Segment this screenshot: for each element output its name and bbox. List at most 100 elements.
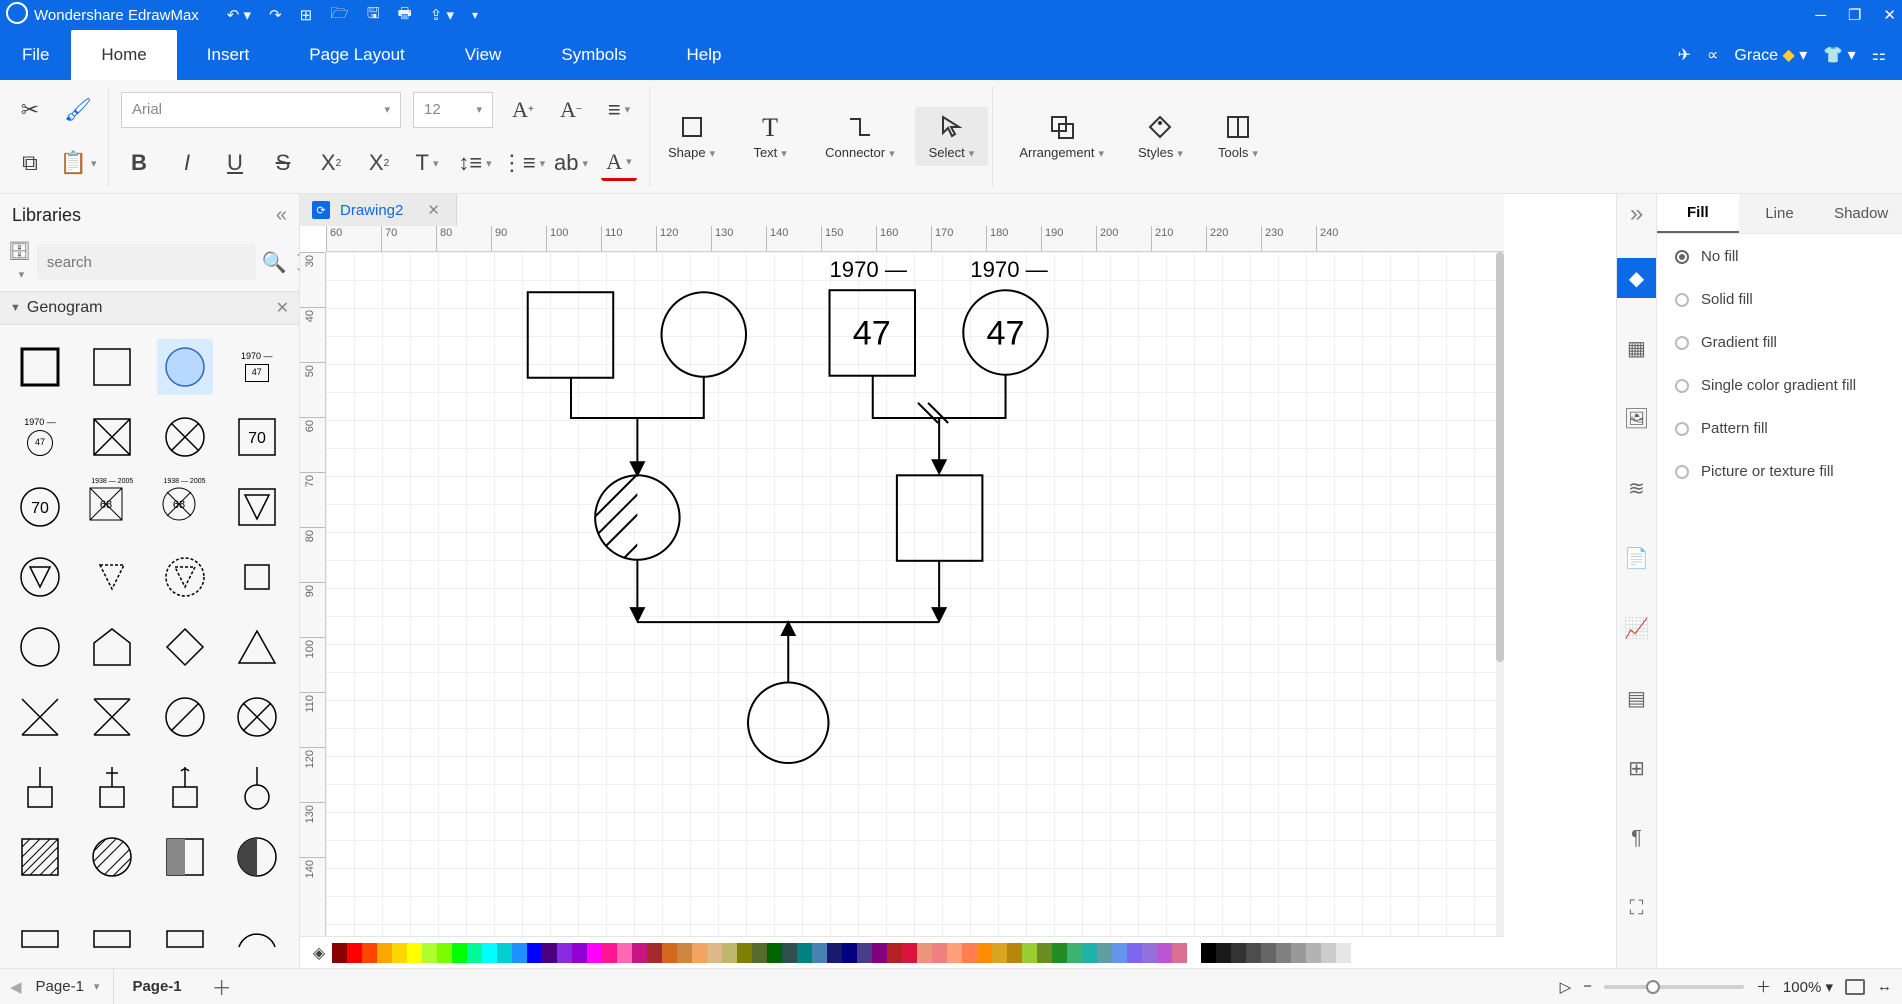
shape-rect-partial3[interactable] <box>157 899 213 955</box>
canvas-child-1[interactable] <box>595 475 679 559</box>
canvas-child-2[interactable] <box>897 475 983 561</box>
rt-layers-icon[interactable]: ≋ <box>1617 468 1657 508</box>
document-tab[interactable]: ⟳ Drawing2 ✕ <box>300 194 457 226</box>
cut-icon[interactable]: ✂ <box>12 92 48 128</box>
username[interactable]: Grace ◆ ▾ <box>1734 45 1807 65</box>
color-swatch[interactable] <box>617 943 632 963</box>
canvas-vscroll[interactable] <box>1496 252 1504 936</box>
color-swatch[interactable] <box>1306 943 1321 963</box>
page-select[interactable]: Page-1▾ <box>22 969 115 1004</box>
italic-icon[interactable]: I <box>169 145 205 181</box>
font-size-select[interactable]: 12▾ <box>413 92 493 128</box>
font-color-icon[interactable]: A <box>601 145 637 181</box>
color-swatch[interactable] <box>752 943 767 963</box>
canvas-marriage-2[interactable] <box>873 375 1006 418</box>
shape-x-circ3[interactable] <box>229 689 285 745</box>
color-swatch[interactable] <box>977 943 992 963</box>
color-swatch[interactable] <box>812 943 827 963</box>
search-input[interactable] <box>37 244 256 280</box>
color-swatch[interactable] <box>422 943 437 963</box>
color-swatch[interactable] <box>527 943 542 963</box>
canvas-female-1[interactable] <box>662 292 746 376</box>
color-swatch[interactable] <box>1127 943 1142 963</box>
color-swatch[interactable] <box>1351 943 1366 963</box>
color-swatch[interactable] <box>557 943 572 963</box>
color-swatch[interactable] <box>1276 943 1291 963</box>
color-swatch[interactable] <box>497 943 512 963</box>
rt-image-icon[interactable]: 🖼 <box>1617 398 1657 438</box>
fit-page-icon[interactable] <box>1845 979 1865 995</box>
superscript-icon[interactable]: X2 <box>313 145 349 181</box>
page-nav-left[interactable]: ◀ <box>10 978 22 996</box>
color-swatch[interactable] <box>1097 943 1112 963</box>
shape-dead-male-dates[interactable]: 1938 — 200568 <box>84 479 140 535</box>
save-icon[interactable]: 🖫 <box>367 3 380 28</box>
send-icon[interactable]: ✈ <box>1678 45 1691 65</box>
rt-snap-icon[interactable]: ⊞ <box>1617 748 1657 788</box>
rt-fullscreen-icon[interactable]: ⛶ <box>1617 888 1657 928</box>
format-painter-icon[interactable]: 🖌 <box>60 92 96 128</box>
pagelayout-tab[interactable]: Page Layout <box>279 30 434 80</box>
help-tab[interactable]: Help <box>657 30 752 80</box>
shape-small-sq[interactable] <box>229 549 285 605</box>
shirt-icon[interactable]: 👕 ▾ <box>1823 45 1855 65</box>
color-swatch[interactable] <box>347 943 362 963</box>
section-genogram[interactable]: ▼ Genogram ✕ <box>0 291 299 325</box>
fit-width-icon[interactable]: ↔ <box>1877 978 1892 995</box>
shape-triangle[interactable] <box>229 619 285 675</box>
add-page-icon[interactable]: ＋ <box>200 972 244 1001</box>
bold-icon[interactable]: B <box>121 145 157 181</box>
color-swatch[interactable] <box>1067 943 1082 963</box>
tab-shadow[interactable]: Shadow <box>1820 194 1902 233</box>
color-swatch[interactable] <box>452 943 467 963</box>
shape-triangle-dashed-circ[interactable] <box>157 549 213 605</box>
shape-hatch-sq[interactable] <box>12 829 68 885</box>
rt-grid-icon[interactable]: ▦ <box>1617 328 1657 368</box>
color-swatch[interactable] <box>437 943 452 963</box>
rt-fill-icon[interactable]: ◆ <box>1617 258 1657 298</box>
page-tab[interactable]: Page-1 <box>114 969 199 1004</box>
shape-button[interactable]: Shape <box>654 107 729 166</box>
shape-x-box[interactable] <box>84 689 140 745</box>
section-close-icon[interactable]: ✕ <box>276 298 289 318</box>
color-swatch[interactable] <box>392 943 407 963</box>
canvas-grandchild[interactable] <box>748 683 828 763</box>
shape-sq-line[interactable] <box>12 759 68 815</box>
shape-female-age[interactable]: 1970 —47 <box>12 409 68 465</box>
font-family-select[interactable]: Arial▾ <box>121 92 401 128</box>
shape-sq-line3[interactable] <box>157 759 213 815</box>
symbols-tab[interactable]: Symbols <box>531 30 656 80</box>
styles-button[interactable]: Styles <box>1124 107 1197 166</box>
shape-half-fill-sq[interactable] <box>157 829 213 885</box>
color-swatch[interactable] <box>902 943 917 963</box>
fill-none[interactable]: No fill <box>1675 248 1884 265</box>
shape-male[interactable] <box>12 339 68 395</box>
shape-diamond[interactable] <box>157 619 213 675</box>
color-swatch[interactable] <box>632 943 647 963</box>
align-icon[interactable]: ≡ <box>601 92 637 128</box>
shape-age-circle[interactable]: 70 <box>12 479 68 535</box>
color-swatch[interactable] <box>767 943 782 963</box>
shape-circle-plain[interactable] <box>12 619 68 675</box>
color-swatch[interactable] <box>377 943 392 963</box>
rt-chart-icon[interactable]: 📈 <box>1617 608 1657 648</box>
insert-tab[interactable]: Insert <box>177 30 280 80</box>
shape-sq-line2[interactable] <box>84 759 140 815</box>
color-swatch[interactable] <box>797 943 812 963</box>
color-swatch[interactable] <box>602 943 617 963</box>
color-swatch[interactable] <box>662 943 677 963</box>
color-swatch[interactable] <box>512 943 527 963</box>
shape-triangle-dashed[interactable] <box>84 549 140 605</box>
color-swatch[interactable] <box>1157 943 1172 963</box>
zoom-out-icon[interactable]: − <box>1583 978 1592 995</box>
shape-age-box[interactable]: 70 <box>229 409 285 465</box>
color-swatch[interactable] <box>407 943 422 963</box>
color-swatch[interactable] <box>482 943 497 963</box>
expand-right-icon[interactable]: » <box>1630 200 1643 228</box>
shape-female[interactable] <box>157 339 213 395</box>
color-swatch[interactable] <box>572 943 587 963</box>
share-icon[interactable]: ∝ <box>1707 45 1718 65</box>
color-swatch[interactable] <box>542 943 557 963</box>
search-icon[interactable]: 🔍 <box>262 250 287 275</box>
grow-font-icon[interactable]: A+ <box>505 92 541 128</box>
